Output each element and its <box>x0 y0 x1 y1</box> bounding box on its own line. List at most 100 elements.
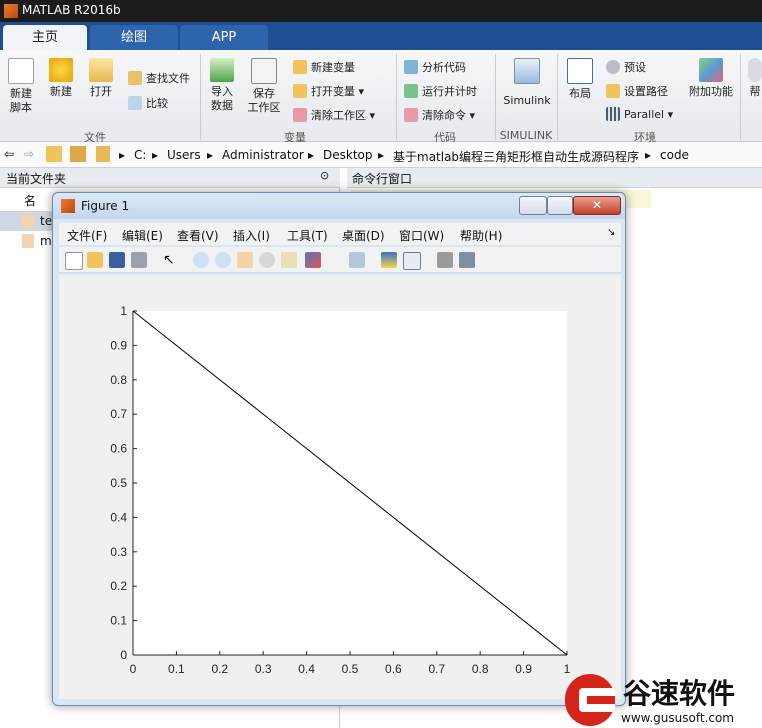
new-variable-button[interactable]: 新建变量 <box>293 59 355 75</box>
new-figure-icon[interactable] <box>65 252 83 270</box>
path-segment[interactable]: Desktop <box>323 148 373 162</box>
path-segment[interactable]: 基于matlab编程三角矩形框自动生成源码程序 <box>393 148 639 165</box>
preferences-button[interactable]: 预设 <box>606 59 646 75</box>
clear-workspace-button[interactable]: 清除工作区 ▾ <box>293 107 375 123</box>
new-button[interactable]: 新建 <box>46 58 76 99</box>
link-plot-icon[interactable] <box>349 252 365 268</box>
minimize-button[interactable] <box>519 196 547 215</box>
add-ons-button[interactable]: 附加功能 <box>686 58 736 99</box>
layout-icon <box>567 58 593 84</box>
menu-file[interactable]: 文件(F) <box>67 227 107 244</box>
run-and-time-button[interactable]: 运行并计时 <box>404 83 477 99</box>
add-ons-label: 附加功能 <box>689 85 733 98</box>
colorbar-icon[interactable] <box>381 252 397 268</box>
x-tick-label: 0.7 <box>428 662 445 676</box>
x-tick-label: 0.8 <box>472 662 489 676</box>
path-segment[interactable]: Administrator <box>222 148 304 162</box>
path-segment[interactable]: Users <box>167 148 201 162</box>
tab-home[interactable]: 主页 <box>3 25 87 50</box>
save-icon[interactable] <box>109 252 125 268</box>
maximize-button[interactable] <box>547 196 573 215</box>
menu-help[interactable]: 帮助(H) <box>460 227 502 244</box>
menu-view[interactable]: 查看(V) <box>177 227 219 244</box>
layout-label: 布局 <box>569 87 591 100</box>
y-tick-label: 1 <box>120 304 127 318</box>
save-workspace-label: 保存 工作区 <box>247 87 281 114</box>
menu-tools[interactable]: 工具(T) <box>287 227 328 244</box>
path-sep: ▸ <box>308 148 315 162</box>
path-segment[interactable]: C: <box>134 148 146 162</box>
rotate-3d-icon[interactable] <box>259 252 275 268</box>
y-tick-label: 0.5 <box>110 476 127 490</box>
folder-icon <box>89 58 113 82</box>
import-label: 导入 数据 <box>211 85 233 112</box>
data-cursor-icon[interactable] <box>281 252 297 268</box>
clear-workspace-label: 清除工作区 <box>311 109 366 122</box>
legend-icon[interactable] <box>403 252 421 270</box>
find-files-button[interactable]: 查找文件 <box>128 70 190 86</box>
help-label: 帮 <box>749 85 761 98</box>
tab-apps[interactable]: APP <box>180 25 268 50</box>
add-ons-icon <box>699 58 723 82</box>
axes-plot: 0 0.1 0.2 0.3 0.4 0.5 0.6 0.7 0.8 0.9 1 0 0.1 0.2 0.3 0… <box>110 304 570 676</box>
back-arrow-icon[interactable]: ⇦ <box>4 147 14 161</box>
find-files-label: 查找文件 <box>146 72 190 85</box>
pointer-icon[interactable]: ↖ <box>163 252 179 268</box>
clear-workspace-icon <box>293 108 307 122</box>
current-folder-title: 当前文件夹 <box>6 172 67 186</box>
analyze-code-button[interactable]: 分析代码 <box>404 59 466 75</box>
menu-window[interactable]: 窗口(W) <box>399 227 444 244</box>
pan-hand-icon[interactable] <box>237 252 253 268</box>
open-variable-button[interactable]: 打开变量 ▾ <box>293 83 364 99</box>
parallel-button[interactable]: Parallel ▾ <box>606 107 673 121</box>
matlab-logo-icon <box>61 199 75 213</box>
print-icon[interactable] <box>131 252 147 268</box>
new-script-button[interactable]: 新建 脚本 <box>6 58 36 115</box>
open-label: 打开 <box>90 85 112 98</box>
watermark-url: www.gususoft.com <box>621 711 734 725</box>
hide-plot-tools-icon[interactable] <box>437 252 453 268</box>
open-button[interactable]: 打开 <box>86 58 116 99</box>
m-file-icon <box>22 234 34 248</box>
dock-arrow-icon[interactable]: ↘ <box>607 227 615 238</box>
menu-desktop[interactable]: 桌面(D) <box>342 227 385 244</box>
open-file-icon[interactable] <box>87 252 103 268</box>
figure-window[interactable]: Figure 1 ✕ 文件(F) 编辑(E) 查看(V) 插入(I) 工具(T)… <box>52 192 626 706</box>
import-data-button[interactable]: 导入 数据 <box>206 58 238 113</box>
analyze-code-label: 分析代码 <box>422 61 466 74</box>
figure-title: Figure 1 <box>81 199 130 213</box>
menu-insert[interactable]: 插入(I) <box>233 227 270 244</box>
brush-icon[interactable] <box>305 252 321 268</box>
up-folder-icon[interactable] <box>46 146 62 162</box>
close-button[interactable]: ✕ <box>573 196 621 215</box>
run-and-time-label: 运行并计时 <box>422 85 477 98</box>
file-name[interactable]: te <box>40 214 52 228</box>
simulink-button[interactable]: Simulink <box>500 58 554 108</box>
y-tick-label: 0.9 <box>110 338 127 352</box>
compare-button[interactable]: 比较 <box>128 95 168 111</box>
save-workspace-icon <box>251 58 277 84</box>
menu-edit[interactable]: 编辑(E) <box>122 227 163 244</box>
tab-plots[interactable]: 绘图 <box>90 25 178 50</box>
compare-icon <box>128 96 142 110</box>
gear-icon <box>606 60 620 74</box>
path-folder-icon <box>96 146 110 162</box>
path-segment[interactable]: code <box>660 148 689 162</box>
zoom-in-icon[interactable] <box>193 252 209 268</box>
app-title: MATLAB R2016b <box>22 3 121 17</box>
path-sep: ▸ <box>152 148 159 162</box>
save-workspace-button[interactable]: 保存 工作区 <box>246 58 282 115</box>
figure-titlebar[interactable]: Figure 1 ✕ <box>53 193 625 219</box>
clear-commands-button[interactable]: 清除命令 ▾ <box>404 107 475 123</box>
show-plot-tools-icon[interactable] <box>459 252 475 268</box>
help-button[interactable]: 帮 <box>748 58 762 99</box>
file-name[interactable]: m <box>40 234 52 248</box>
name-column-header[interactable]: 名 <box>24 192 36 209</box>
panel-menu-icon[interactable]: ⊙ <box>320 169 329 182</box>
analyze-code-icon <box>404 60 418 74</box>
set-path-button[interactable]: 设置路径 <box>606 83 668 99</box>
browse-folder-icon[interactable] <box>70 146 86 162</box>
layout-button[interactable]: 布局 <box>565 58 595 101</box>
forward-arrow-icon[interactable]: ⇨ <box>24 147 34 161</box>
zoom-out-icon[interactable] <box>215 252 231 268</box>
